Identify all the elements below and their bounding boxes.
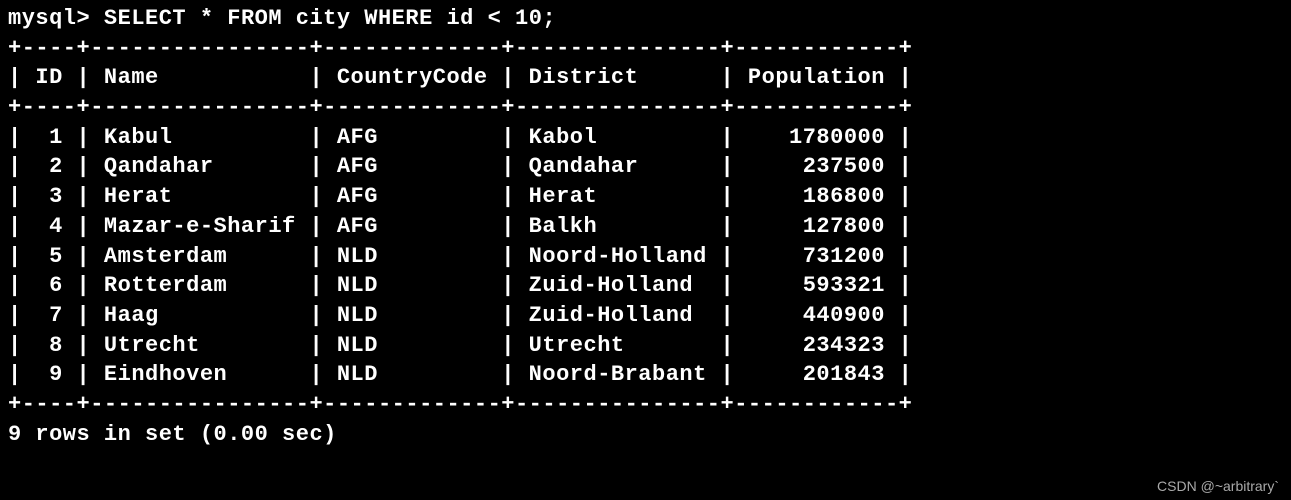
table-row: | 5 | Amsterdam | NLD | Noord-Holland | … [8, 242, 1283, 272]
sql-query: SELECT * FROM city WHERE id < 10; [104, 6, 556, 31]
table-row: | 9 | Eindhoven | NLD | Noord-Brabant | … [8, 360, 1283, 390]
table-row: | 8 | Utrecht | NLD | Utrecht | 234323 | [8, 331, 1283, 361]
table-row: | 4 | Mazar-e-Sharif | AFG | Balkh | 127… [8, 212, 1283, 242]
table-row: | 1 | Kabul | AFG | Kabol | 1780000 | [8, 123, 1283, 153]
result-footer: 9 rows in set (0.00 sec) [8, 420, 1283, 450]
table-row: | 7 | Haag | NLD | Zuid-Holland | 440900… [8, 301, 1283, 331]
table-header: | ID | Name | CountryCode | District | P… [8, 63, 1283, 93]
table-border-bottom: +----+----------------+-------------+---… [8, 390, 1283, 420]
mysql-prompt: mysql> [8, 6, 104, 31]
table-row: | 2 | Qandahar | AFG | Qandahar | 237500… [8, 152, 1283, 182]
table-border-mid: +----+----------------+-------------+---… [8, 93, 1283, 123]
watermark: CSDN @~arbitrary` [1157, 478, 1279, 494]
table-row: | 6 | Rotterdam | NLD | Zuid-Holland | 5… [8, 271, 1283, 301]
table-row: | 3 | Herat | AFG | Herat | 186800 | [8, 182, 1283, 212]
query-line: mysql> SELECT * FROM city WHERE id < 10; [8, 4, 1283, 34]
table-border-top: +----+----------------+-------------+---… [8, 34, 1283, 64]
